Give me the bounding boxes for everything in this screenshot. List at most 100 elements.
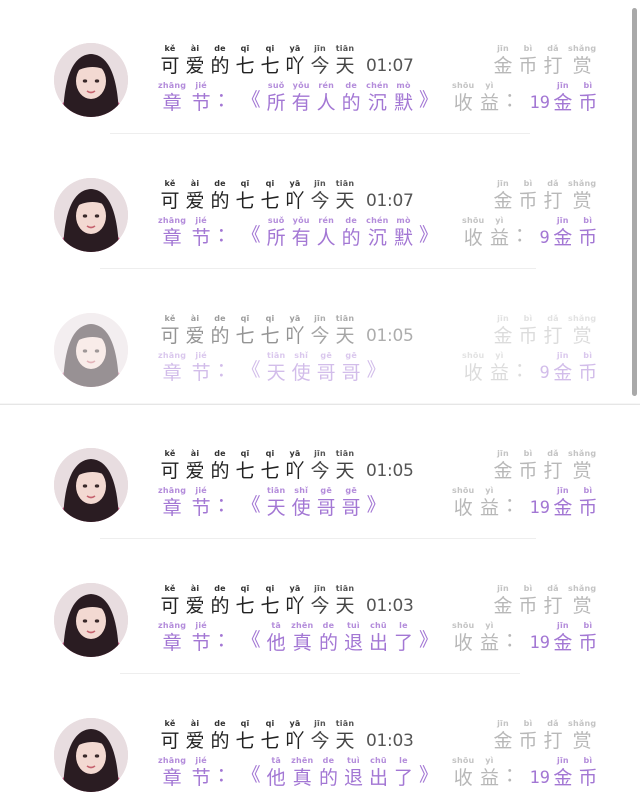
ruby-char: tā 他 <box>266 621 286 655</box>
pinyin-annotation: le <box>399 756 408 765</box>
user-avatar[interactable] <box>54 718 128 792</box>
hanzi-char: 币 <box>578 767 598 789</box>
hanzi-char: ： <box>504 764 524 786</box>
ruby-char: ： <box>514 213 534 247</box>
user-name[interactable]: kě 可 ài 爱 de 的 qī 七 qi 七 yā 吖 <box>160 576 310 618</box>
pinyin-annotation: zhāng <box>158 81 187 90</box>
hanzi-char: 哥 <box>316 362 336 384</box>
reward-record-list: kě 可 ài 爱 de 的 qī 七 qi 七 yā 吖 jīn 今 tiān 天 01:07 jīn 金 b… <box>0 0 640 810</box>
pinyin-annotation: bì <box>523 314 533 323</box>
hanzi-char: 章 <box>162 362 182 384</box>
user-name[interactable]: kě 可 ài 爱 de 的 qī 七 qi 七 yā 吖 <box>160 36 310 78</box>
post-date: jīn 今 tiān 天 <box>310 171 360 213</box>
pinyin-annotation: zhēn <box>291 621 314 630</box>
ruby-char: 《 <box>241 618 261 652</box>
pinyin-annotation: yǒu <box>292 81 310 90</box>
chapter-title[interactable]: 《 tā 他 zhēn 真 de 的 tuì 退 chū 出 le 了》 <box>241 748 443 790</box>
user-name[interactable]: kě 可 ài 爱 de 的 qī 七 qi 七 yā 吖 <box>160 711 310 753</box>
hanzi-char: 》 <box>366 359 386 381</box>
hanzi-char: ： <box>504 494 524 516</box>
reward-button[interactable]: jīn 金 bì 币 dǎ 打 shǎng 赏 <box>493 306 601 348</box>
user-name[interactable]: kě 可 ài 爱 de 的 qī 七 qi 七 yā 吖 <box>160 306 310 348</box>
user-avatar[interactable] <box>54 43 128 117</box>
hanzi-char: 节 <box>191 92 211 114</box>
hanzi-char: 》 <box>418 764 438 786</box>
user-avatar[interactable] <box>54 178 128 252</box>
reward-button[interactable]: jīn 金 bì 币 dǎ 打 shǎng 赏 <box>493 36 601 78</box>
chapter-title[interactable]: 《 tā 他 zhēn 真 de 的 tuì 退 chū 出 le 了》 <box>241 613 443 655</box>
chapter-title[interactable]: 《 tiān 天 shǐ 使 gē 哥 gē 哥》 <box>241 343 391 385</box>
user-avatar[interactable] <box>54 448 128 522</box>
ruby-char: tā 他 <box>266 756 286 790</box>
user-name[interactable]: kě 可 ài 爱 de 的 qī 七 qi 七 yā 吖 <box>160 441 310 483</box>
reward-button[interactable]: jīn 金 bì 币 dǎ 打 shǎng 赏 <box>493 441 601 483</box>
pinyin-annotation: yā <box>289 314 301 323</box>
reward-button[interactable]: jīn 金 bì 币 dǎ 打 shǎng 赏 <box>493 576 601 618</box>
reward-record-row[interactable]: kě 可 ài 爱 de 的 qī 七 qi 七 yā 吖 jīn 今 tiān 天 01:07 jīn 金 b… <box>0 0 628 135</box>
hanzi-char: 益 <box>479 632 499 654</box>
pinyin-annotation: dǎ <box>547 179 559 188</box>
pinyin-annotation: shǎng <box>568 584 597 593</box>
ruby-char: le 了 <box>393 756 413 790</box>
ruby-char: ： <box>504 483 524 517</box>
reward-button[interactable]: jīn 金 bì 币 dǎ 打 shǎng 赏 <box>493 171 601 213</box>
hanzi-char: 退 <box>343 767 363 789</box>
pinyin-annotation: bì <box>583 216 593 225</box>
pinyin-annotation: tiān <box>335 314 355 323</box>
reward-record-row[interactable]: kě 可 ài 爱 de 的 qī 七 qi 七 yā 吖 jīn 今 tiān 天 01:05 jīn 金 b… <box>0 405 628 540</box>
ruby-char: yì 益 <box>479 756 499 790</box>
user-name[interactable]: kě 可 ài 爱 de 的 qī 七 qi 七 yā 吖 <box>160 171 310 213</box>
pinyin-annotation: ài <box>190 44 200 53</box>
reward-button[interactable]: jīn 金 bì 币 dǎ 打 shǎng 赏 <box>493 711 601 753</box>
income-unit: jīn 金 bì 币 <box>553 208 603 250</box>
ruby-char: tiān 天 <box>266 486 286 520</box>
ruby-char: gē 哥 <box>341 351 361 385</box>
hanzi-char: 章 <box>162 767 182 789</box>
chapter-title[interactable]: 《 suǒ 所 yǒu 有 rén 人 de 的 chén 沉 mò 默》 <box>241 208 443 250</box>
hanzi-char: ： <box>216 764 236 786</box>
income-line: shōu 收 yì 益： 9 jīn 金 bì 币 <box>462 343 603 385</box>
reward-record-row[interactable]: kě 可 ài 爱 de 的 qī 七 qi 七 yā 吖 jīn 今 tiān 天 01:05 jīn 金 b… <box>0 270 640 405</box>
hanzi-char: 使 <box>291 362 311 384</box>
header-line: kě 可 ài 爱 de 的 qī 七 qi 七 yā 吖 jīn 今 tiān 天 01:03 <box>160 711 413 753</box>
pinyin-annotation: dǎ <box>547 584 559 593</box>
hanzi-char: ： <box>216 629 236 651</box>
ruby-char: ： <box>504 618 524 652</box>
pinyin-annotation: tiān <box>335 179 355 188</box>
ruby-char: 》 <box>418 618 438 652</box>
ruby-char: shǐ 使 <box>291 486 311 520</box>
ruby-char: shōu 收 <box>452 81 474 115</box>
scrollbar-thumb[interactable] <box>632 8 637 396</box>
user-avatar[interactable] <box>54 583 128 657</box>
pinyin-annotation: yì <box>485 81 494 90</box>
chapter-title[interactable]: 《 suǒ 所 yǒu 有 rén 人 de 的 chén 沉 mò 默》 <box>241 73 443 115</box>
ruby-char: ： <box>514 348 534 382</box>
hanzi-char: 默 <box>394 227 414 249</box>
pinyin-annotation: qī <box>240 719 250 728</box>
pinyin-annotation: yì <box>495 216 504 225</box>
ruby-char: yì 益 <box>479 81 499 115</box>
pinyin-annotation: yā <box>289 179 301 188</box>
chapter-line: zhāng 章 jié 节： 《 tā 他 zhēn 真 de 的 tuì 退 chū 出 le 了》 <box>158 613 443 655</box>
pinyin-annotation: ài <box>190 179 200 188</box>
pinyin-annotation: ài <box>190 719 200 728</box>
hanzi-char: 《 <box>241 359 261 381</box>
user-avatar[interactable] <box>54 313 128 387</box>
reward-record-row[interactable]: kě 可 ài 爱 de 的 qī 七 qi 七 yā 吖 jīn 今 tiān 天 01:03 jīn 金 b… <box>0 540 628 675</box>
pinyin-annotation: zhēn <box>291 756 314 765</box>
pinyin-annotation: rén <box>318 216 334 225</box>
hanzi-char: 退 <box>343 632 363 654</box>
chapter-title[interactable]: 《 tiān 天 shǐ 使 gē 哥 gē 哥》 <box>241 478 391 520</box>
reward-record-row[interactable]: kě 可 ài 爱 de 的 qī 七 qi 七 yā 吖 jīn 今 tiān 天 01:03 jīn 金 b… <box>0 675 628 810</box>
reward-record-row[interactable]: kě 可 ài 爱 de 的 qī 七 qi 七 yā 吖 jīn 今 tiān 天 01:07 jīn 金 b… <box>0 135 628 270</box>
ruby-char: suǒ 所 <box>266 216 286 250</box>
ruby-char: bì 币 <box>578 486 598 520</box>
pinyin-annotation: chén <box>366 81 389 90</box>
pinyin-annotation: dǎ <box>547 44 559 53</box>
pinyin-annotation: jīn <box>314 44 326 53</box>
ruby-char: le 了 <box>393 621 413 655</box>
pinyin-annotation: yā <box>289 449 301 458</box>
hanzi-char: 天 <box>266 497 286 519</box>
hanzi-char: 人 <box>316 92 336 114</box>
hanzi-char: ： <box>504 629 524 651</box>
